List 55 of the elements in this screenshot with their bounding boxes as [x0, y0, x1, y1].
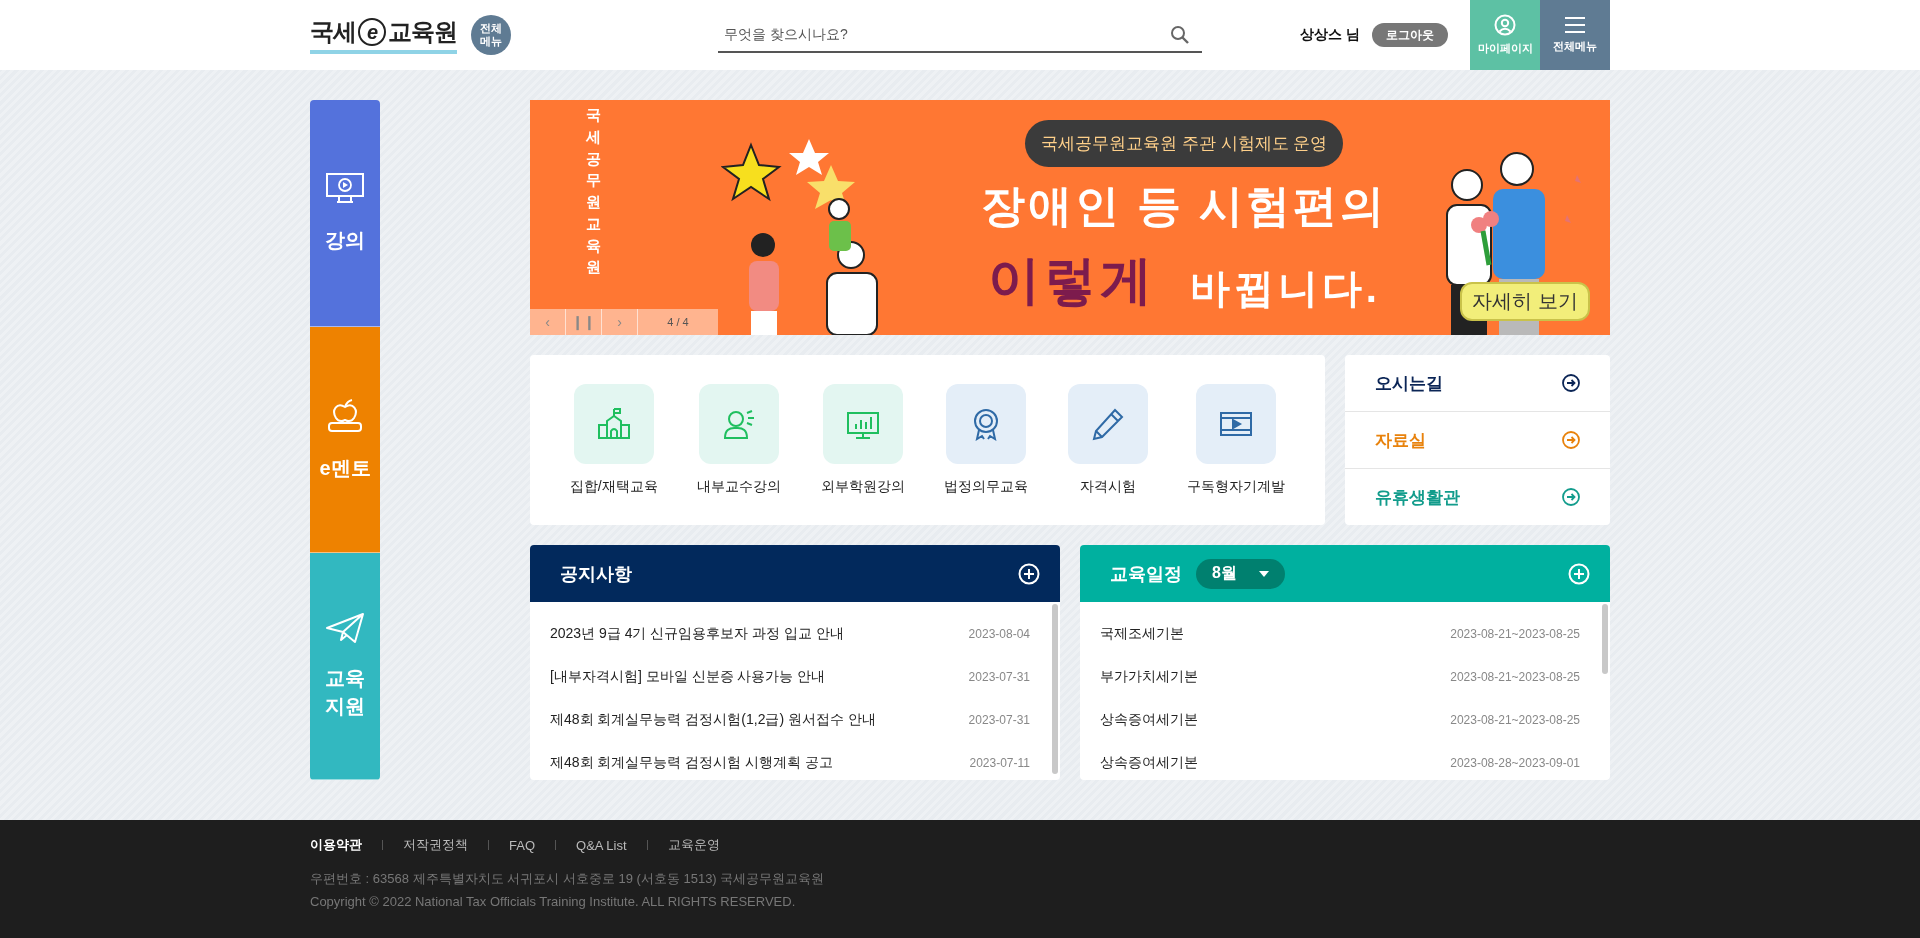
side-nav-item[interactable]: 강의 — [310, 100, 380, 327]
banner-tail-text: 바뀝니다. — [1189, 264, 1381, 312]
caret-icon — [1258, 570, 1269, 577]
schedule-title: 교육일정 — [1110, 562, 1182, 586]
footer-copyright: Copyright © 2022 National Tax Officials Training Institute. ALL RIGHTS RESERVED. — [310, 894, 797, 909]
promo-banner[interactable]: 국세공무원교육원 국세공무원교육원 주관 시험제도 운영 장애인 등 시험편의 이렇게 바뀝니다. 자세히 보기 ‹ ❙❙ › 4 / 4 — [530, 100, 1610, 335]
notice-date: 2023-07-31 — [968, 669, 1030, 684]
notice-title: 공지사항 — [560, 562, 632, 586]
plus-circle-icon[interactable] — [1018, 562, 1040, 585]
search-icon[interactable] — [1170, 25, 1190, 45]
footer-link[interactable]: Q&A List — [576, 837, 627, 853]
course-link[interactable]: 국제조세기본 — [1100, 624, 1184, 643]
header-button[interactable]: 전체메뉴 — [1540, 0, 1610, 70]
slide-counter: 4 / 4 — [666, 316, 690, 328]
arrow-circle-icon — [1562, 374, 1580, 392]
banner-highlight-text: 이렇게 — [987, 249, 1156, 311]
notice-date: 2023-07-11 — [969, 755, 1030, 770]
footer-link[interactable]: FAQ — [509, 837, 535, 853]
scrollbar-thumb[interactable] — [1052, 604, 1058, 774]
all-menu-badge[interactable]: 전체 메뉴 — [471, 15, 511, 55]
course-dates: 2023-08-28~2023-09-01 — [1450, 755, 1580, 770]
footer-link[interactable]: 교육운영 — [667, 836, 720, 854]
banner-vertical-text: 국세공무원교육원 — [586, 105, 601, 278]
notice-date: 2023-08-04 — [968, 626, 1030, 641]
course-link[interactable]: 부가가치세기본 — [1100, 667, 1198, 686]
details-button[interactable]: 자세히 보기 — [1460, 282, 1590, 321]
footer-link[interactable]: 저작권정책 — [403, 836, 468, 854]
apple-book-icon — [325, 397, 365, 434]
paper-plane-icon — [325, 612, 365, 645]
notice-date: 2023-07-31 — [968, 712, 1030, 727]
footer-link[interactable]: 이용약관 — [310, 836, 362, 854]
month-dropdown[interactable]: 8월 — [1196, 558, 1285, 589]
menu-icon — [1564, 16, 1586, 34]
scrollbar-thumb[interactable] — [1602, 604, 1608, 674]
banner-pill-text: 국세공무원교육원 주관 시험제도 운영 — [1025, 119, 1344, 167]
arrow-circle-icon — [1562, 431, 1580, 449]
user-name: 상상스 님 — [1300, 26, 1360, 44]
course-dates: 2023-08-21~2023-08-25 — [1450, 712, 1580, 727]
arrow-circle-icon — [1562, 488, 1580, 506]
user-icon — [1494, 14, 1516, 36]
course-dates: 2023-08-21~2023-08-25 — [1450, 626, 1580, 641]
monitor-play-icon — [325, 171, 365, 206]
quick-link[interactable]: 오시는길 — [1345, 355, 1610, 412]
course-link[interactable]: 상속증여세기본 — [1100, 710, 1198, 729]
footer-address: 우편번호 : 63568 제주특별자치도 서귀포시 서호중로 19 (서호동 1513) 국세공무원교육원 — [310, 870, 826, 888]
logout-button[interactable]: 로그아웃 — [1372, 23, 1448, 47]
notice-link[interactable]: 2023년 9급 4기 신규임용후보자 과정 입교 안내 — [550, 624, 845, 643]
notice-link[interactable]: 제48회 회계실무능력 검정시험 시행계획 공고 — [550, 753, 834, 772]
search-field[interactable]: 무엇을 찾으시나요? — [718, 17, 1202, 53]
banner-headline: 장애인 등 시험편의 — [981, 179, 1388, 232]
site-logo[interactable]: 국세 e 교육원 — [310, 16, 457, 54]
notice-link[interactable]: [내부자격시험] 모바일 신분증 사용가능 안내 — [550, 667, 826, 686]
course-link[interactable]: 상속증여세기본 — [1100, 753, 1198, 772]
notice-link[interactable]: 제48회 회계실무능력 검정시험(1,2급) 원서접수 안내 — [550, 710, 876, 729]
course-dates: 2023-08-21~2023-08-25 — [1450, 669, 1580, 684]
